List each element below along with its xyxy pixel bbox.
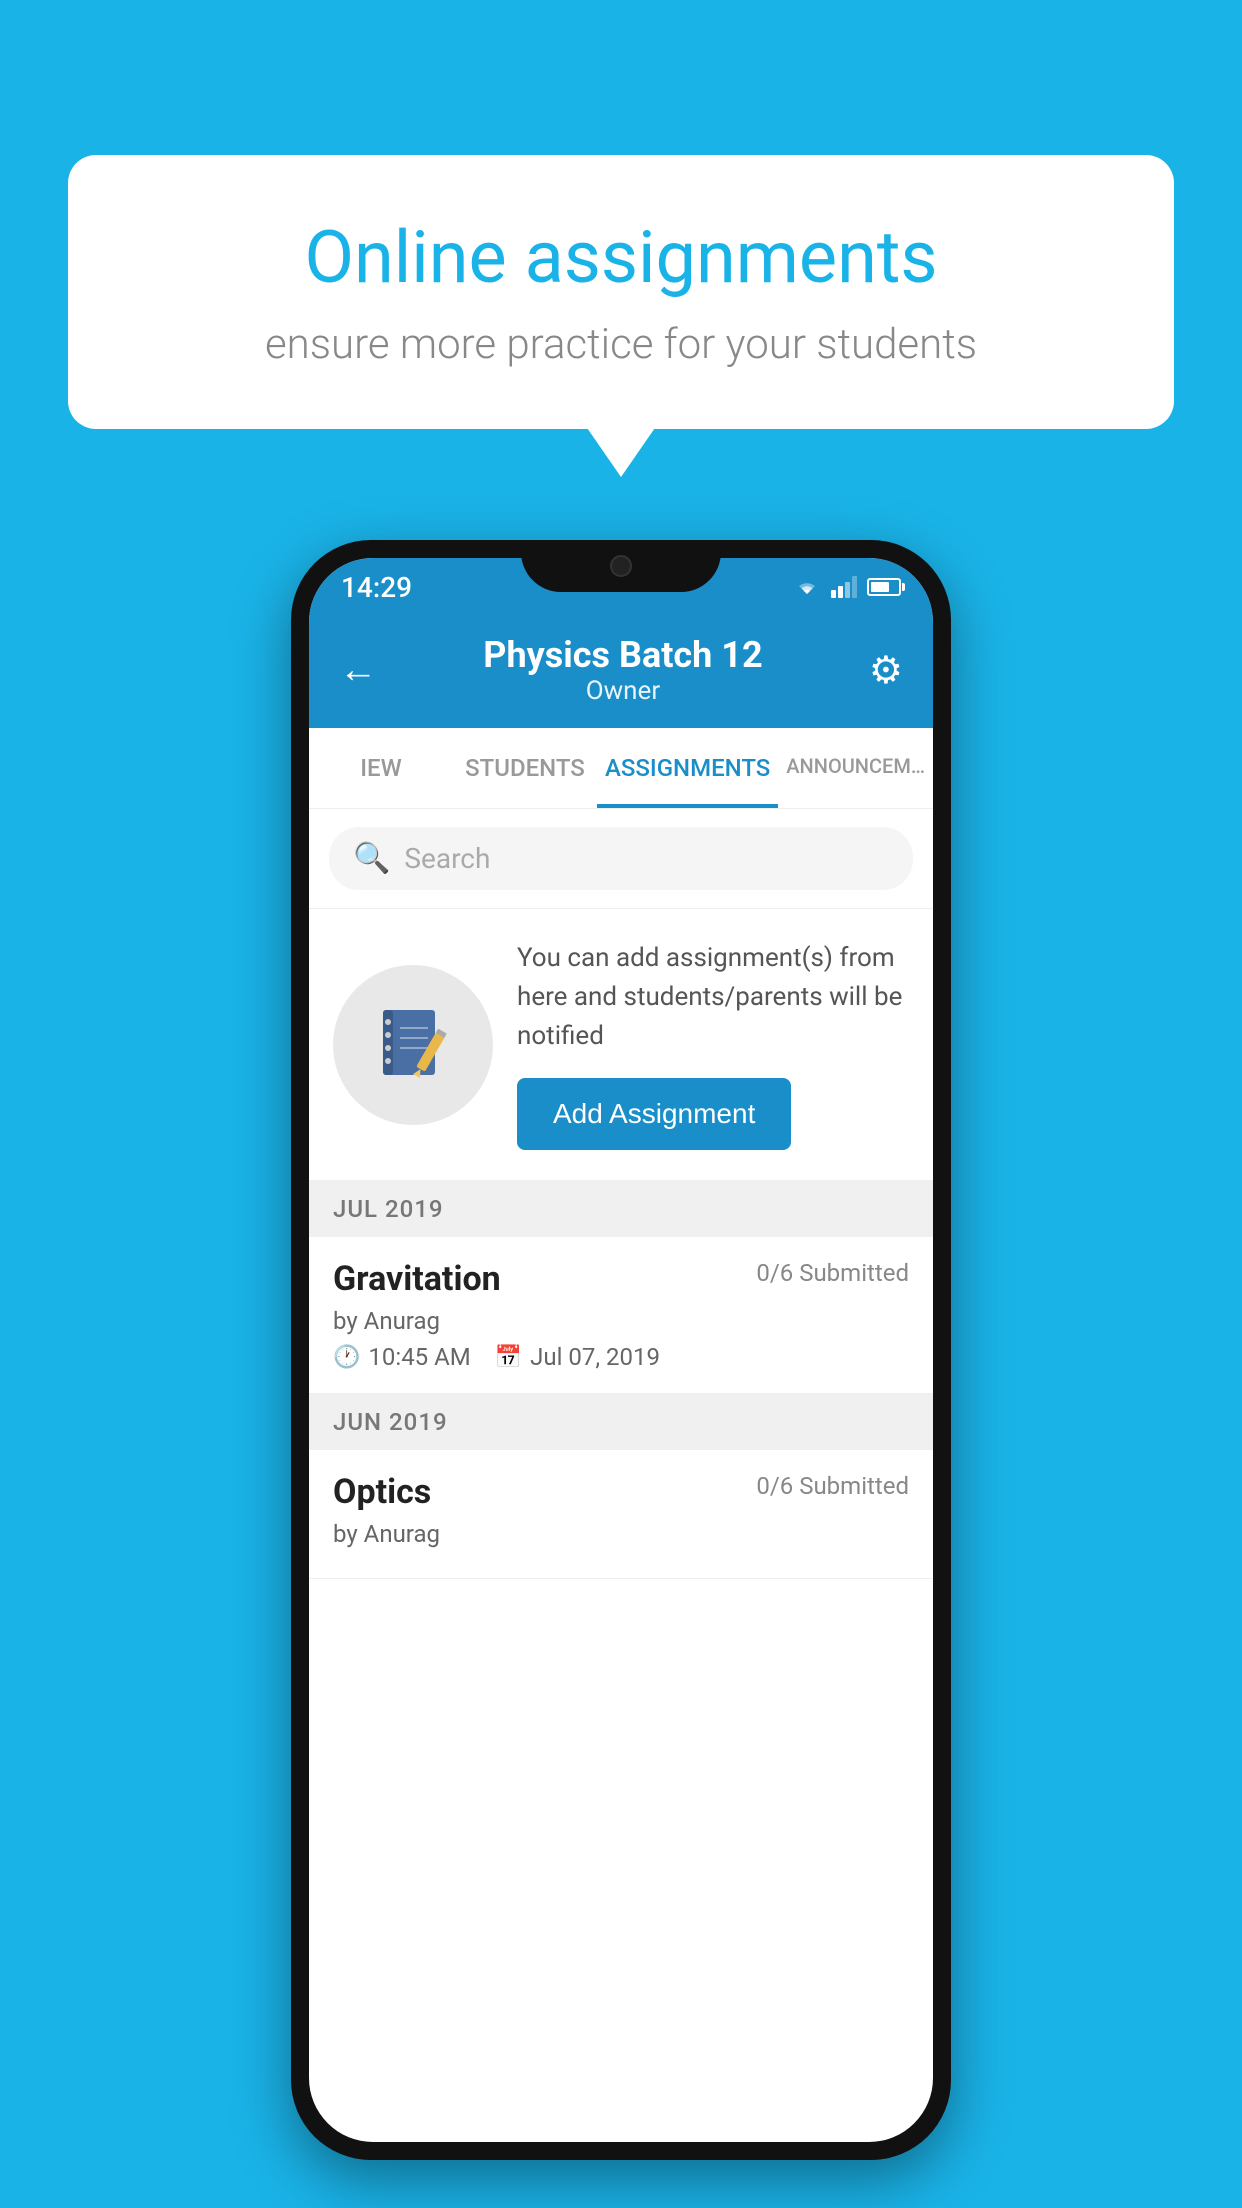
assignment-submitted-gravitation: 0/6 Submitted xyxy=(756,1259,909,1287)
search-input-wrapper[interactable]: 🔍 Search xyxy=(329,827,913,890)
settings-icon[interactable]: ⚙ xyxy=(869,648,903,693)
speech-bubble: Online assignments ensure more practice … xyxy=(68,155,1174,429)
tabs-container: IEW STUDENTS ASSIGNMENTS ANNOUNCEM… xyxy=(309,728,933,809)
phone-notch xyxy=(521,540,721,592)
status-icons xyxy=(793,576,901,598)
tab-students[interactable]: STUDENTS xyxy=(453,728,597,808)
app-header: ← Physics Batch 12 Owner ⚙ xyxy=(309,616,933,728)
search-container: 🔍 Search xyxy=(309,809,933,909)
tab-iew[interactable]: IEW xyxy=(309,728,453,808)
assignment-submitted-optics: 0/6 Submitted xyxy=(756,1472,909,1500)
search-icon: 🔍 xyxy=(353,841,390,876)
promo-description: You can add assignment(s) from here and … xyxy=(517,939,909,1056)
signal-bars-icon xyxy=(831,576,857,598)
speech-bubble-container: Online assignments ensure more practice … xyxy=(68,155,1174,429)
batch-title: Physics Batch 12 xyxy=(483,634,762,676)
phone-container: 14:29 xyxy=(291,540,951,2160)
phone-camera xyxy=(610,555,632,577)
clock-icon: 🕐 xyxy=(333,1345,360,1370)
assignment-top-row-optics: Optics 0/6 Submitted xyxy=(333,1472,909,1512)
phone-body: 14:29 xyxy=(291,540,951,2160)
search-placeholder: Search xyxy=(404,842,490,875)
header-title-area: Physics Batch 12 Owner xyxy=(483,634,762,706)
promo-section: You can add assignment(s) from here and … xyxy=(309,909,933,1181)
assignment-date-gravitation: 📅 Jul 07, 2019 xyxy=(495,1343,660,1371)
assignment-by-optics: by Anurag xyxy=(333,1520,909,1548)
back-button[interactable]: ← xyxy=(339,648,377,692)
status-time: 14:29 xyxy=(341,571,412,604)
assignment-top-row: Gravitation 0/6 Submitted xyxy=(333,1259,909,1299)
assignment-by-gravitation: by Anurag xyxy=(333,1307,909,1335)
tab-assignments[interactable]: ASSIGNMENTS xyxy=(597,728,778,808)
notebook-icon xyxy=(368,1000,458,1090)
section-header-jun2019: JUN 2019 xyxy=(309,1394,933,1450)
assignment-time-gravitation: 🕐 10:45 AM xyxy=(333,1343,471,1371)
phone-screen: 14:29 xyxy=(309,558,933,2142)
tab-announcements[interactable]: ANNOUNCEM… xyxy=(778,728,933,808)
assignment-meta-gravitation: 🕐 10:45 AM 📅 Jul 07, 2019 xyxy=(333,1343,909,1371)
wifi-icon xyxy=(793,576,821,598)
section-header-jul2019: JUL 2019 xyxy=(309,1181,933,1237)
calendar-icon: 📅 xyxy=(495,1345,522,1370)
add-assignment-button[interactable]: Add Assignment xyxy=(517,1078,791,1150)
assignment-title-gravitation: Gravitation xyxy=(333,1259,501,1299)
assignment-item-gravitation[interactable]: Gravitation 0/6 Submitted by Anurag 🕐 10… xyxy=(309,1237,933,1394)
speech-bubble-subtitle: ensure more practice for your students xyxy=(148,320,1094,369)
speech-bubble-title: Online assignments xyxy=(148,215,1094,300)
promo-icon-circle xyxy=(333,965,493,1125)
assignment-item-optics[interactable]: Optics 0/6 Submitted by Anurag xyxy=(309,1450,933,1579)
batch-role: Owner xyxy=(483,676,762,706)
battery-icon xyxy=(867,578,901,596)
promo-content: You can add assignment(s) from here and … xyxy=(517,939,909,1150)
assignment-title-optics: Optics xyxy=(333,1472,431,1512)
